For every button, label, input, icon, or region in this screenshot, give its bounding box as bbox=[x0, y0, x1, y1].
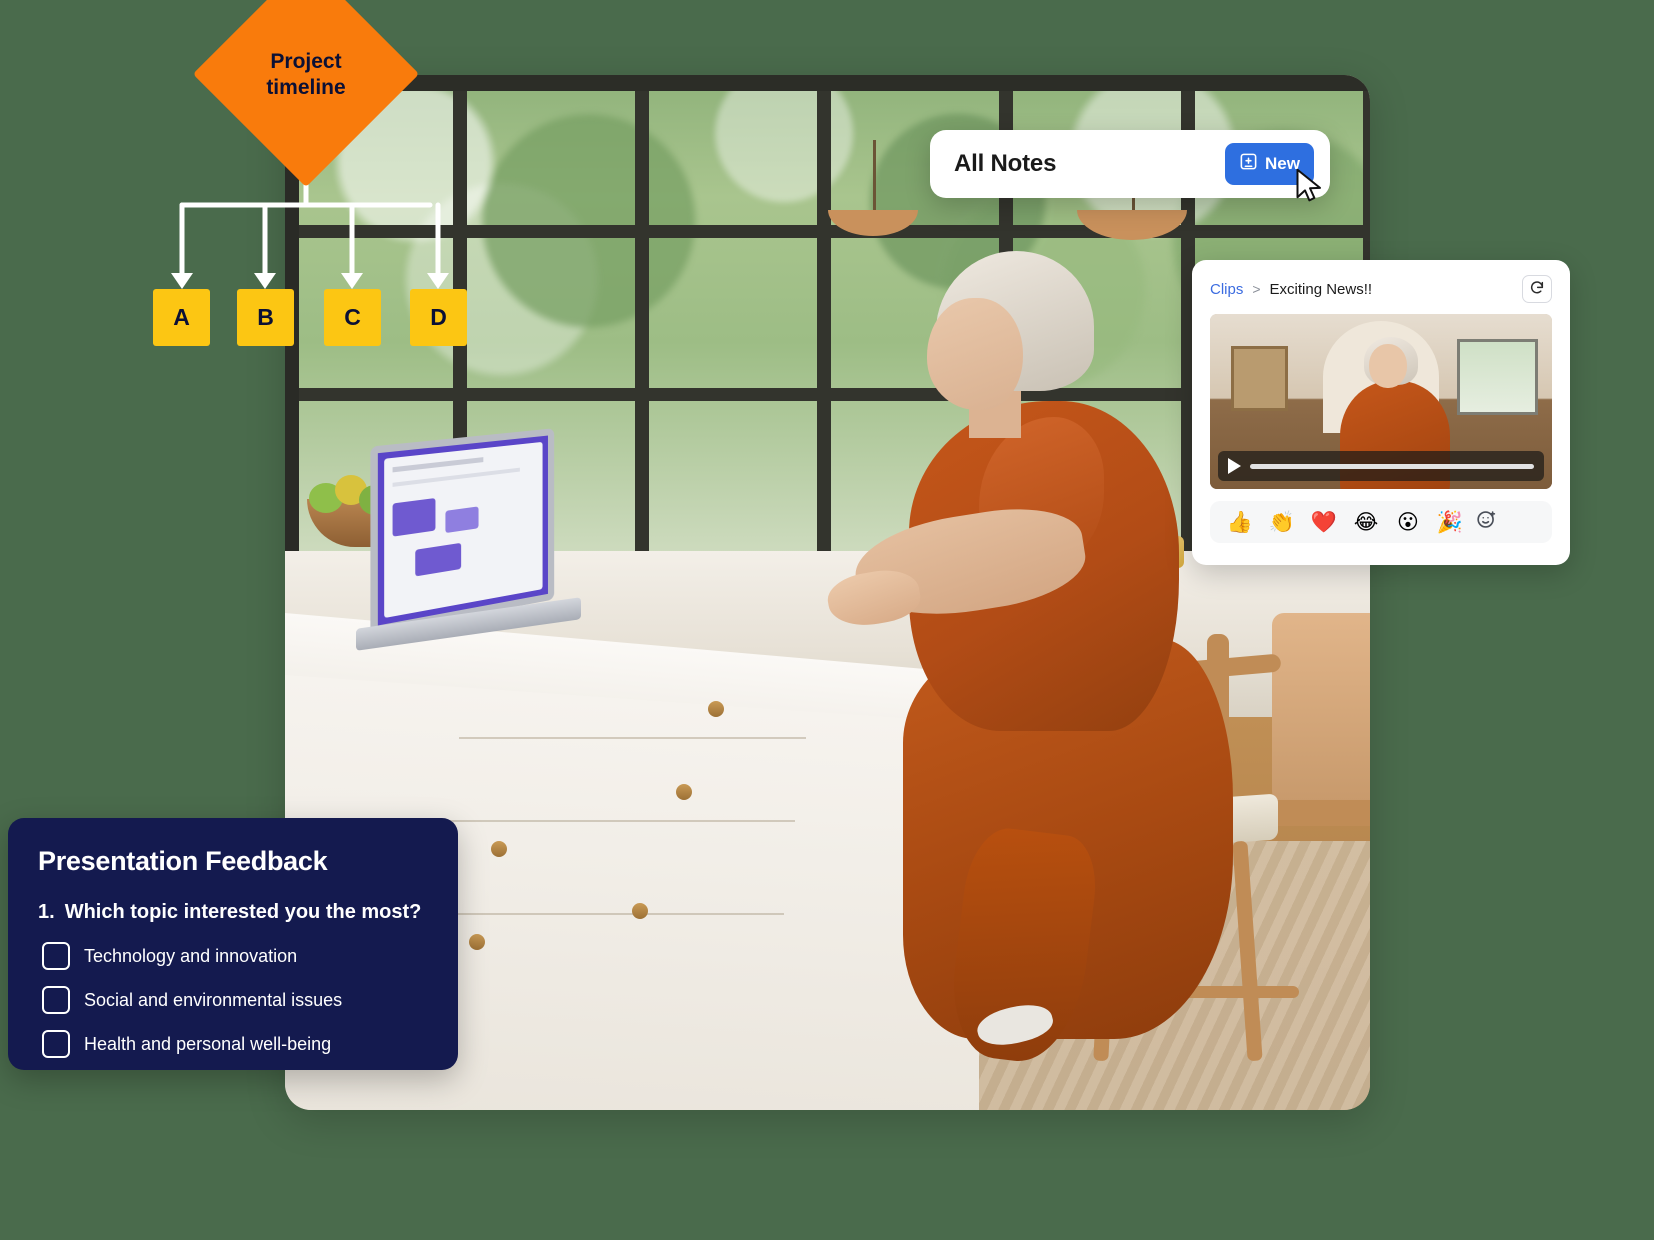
diagram-node-d-label: D bbox=[430, 304, 447, 330]
refresh-icon bbox=[1529, 280, 1545, 299]
project-timeline-label-line2: timeline bbox=[266, 76, 346, 99]
breadcrumb-clips-link[interactable]: Clips bbox=[1210, 281, 1243, 298]
clips-header: Clips > Exciting News!! bbox=[1210, 274, 1552, 304]
diagram-node-c[interactable]: C bbox=[324, 289, 381, 346]
all-notes-panel: All Notes New bbox=[930, 130, 1330, 198]
diagram-node-d[interactable]: D bbox=[410, 289, 467, 346]
checkbox-technology-and-innovation[interactable] bbox=[42, 942, 70, 970]
note-add-icon bbox=[1239, 152, 1258, 176]
surprised-reaction[interactable]: 😮 bbox=[1390, 511, 1426, 533]
reactions-bar: 👍 👏 ❤️ 😂 😮 🎉 bbox=[1210, 501, 1552, 543]
presentation-feedback-card: Presentation Feedback 1. Which topic int… bbox=[8, 818, 458, 1070]
diagram-node-b-label: B bbox=[257, 304, 274, 330]
video-controls-bar bbox=[1218, 451, 1544, 481]
thumbs-up-reaction[interactable]: 👍 bbox=[1222, 511, 1258, 533]
party-popper-reaction[interactable]: 🎉 bbox=[1432, 511, 1468, 533]
feedback-card-title: Presentation Feedback bbox=[38, 846, 328, 876]
all-notes-title: All Notes bbox=[954, 150, 1057, 177]
diagram-node-c-label: C bbox=[344, 304, 361, 330]
feedback-question-number: 1. bbox=[38, 901, 55, 923]
new-note-button[interactable]: New bbox=[1225, 143, 1314, 185]
feedback-option-3-label: Health and personal well-being bbox=[84, 1033, 332, 1054]
project-timeline-diagram: Project timeline A B C D bbox=[140, 0, 480, 360]
composition-stage: Project timeline A B C D All Notes New C… bbox=[0, 0, 1654, 1240]
checkbox-social-and-environmental-issues[interactable] bbox=[42, 986, 70, 1014]
feedback-option-1-label: Technology and innovation bbox=[84, 945, 298, 966]
breadcrumb: Clips > Exciting News!! bbox=[1210, 281, 1372, 298]
feedback-option-2[interactable]: Social and environmental issues bbox=[42, 986, 428, 1014]
joy-reaction[interactable]: 😂 bbox=[1348, 511, 1384, 533]
chevron-right-icon: > bbox=[1252, 281, 1261, 297]
checkbox-health-and-personal-well-being[interactable] bbox=[42, 1030, 70, 1058]
play-icon[interactable] bbox=[1228, 458, 1241, 474]
heart-reaction[interactable]: ❤️ bbox=[1306, 511, 1342, 533]
feedback-question-text: Which topic interested you the most? bbox=[64, 901, 422, 923]
feedback-option-3[interactable]: Health and personal well-being bbox=[42, 1030, 428, 1058]
diagram-node-b[interactable]: B bbox=[237, 289, 294, 346]
breadcrumb-current-item: Exciting News!! bbox=[1269, 280, 1373, 298]
add-reaction-icon[interactable] bbox=[1476, 509, 1497, 535]
clip-video-player[interactable] bbox=[1210, 314, 1552, 489]
clap-reaction[interactable]: 👏 bbox=[1264, 511, 1300, 533]
refresh-button[interactable] bbox=[1522, 275, 1552, 303]
diagram-node-a-label: A bbox=[173, 304, 190, 330]
feedback-question: 1. Which topic interested you the most? bbox=[38, 901, 428, 924]
project-timeline-label-line1: Project bbox=[270, 50, 342, 74]
new-note-button-label: New bbox=[1265, 154, 1300, 173]
project-timeline-label: Project timeline bbox=[226, 30, 386, 120]
clips-panel: Clips > Exciting News!! 👍 👏 ❤️ 😂 😮 🎉 bbox=[1192, 260, 1570, 565]
diagram-node-a[interactable]: A bbox=[153, 289, 210, 346]
video-progress-track[interactable] bbox=[1250, 463, 1534, 469]
feedback-option-2-label: Social and environmental issues bbox=[84, 989, 343, 1010]
feedback-option-1[interactable]: Technology and innovation bbox=[42, 942, 428, 970]
